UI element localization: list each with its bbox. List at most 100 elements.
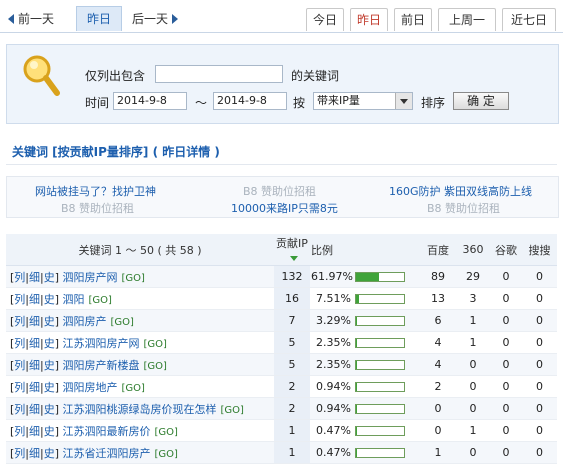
google-count: 0 bbox=[490, 288, 522, 310]
ip-count: 5 bbox=[274, 332, 310, 354]
baidu-count: 2 bbox=[420, 376, 456, 398]
go-button[interactable]: [GO] bbox=[111, 317, 134, 328]
row-action-history[interactable]: 史 bbox=[44, 359, 55, 372]
sort-field-select[interactable]: 带来IP量 bbox=[313, 92, 413, 110]
row-action-detail[interactable]: 细 bbox=[29, 381, 40, 394]
row-action-history[interactable]: 史 bbox=[44, 447, 55, 460]
row-action-history[interactable]: 史 bbox=[44, 425, 55, 438]
table-row: [列|细|史] 泗阳房产网[GO]13261.97%892900 bbox=[6, 266, 557, 288]
ad-placeholder-1[interactable]: B8 赞助位招租 bbox=[243, 183, 316, 199]
keyword-link[interactable]: 江苏省迁泗阳房产 bbox=[63, 447, 151, 460]
ratio-cell: 3.29% bbox=[310, 310, 420, 332]
row-action-detail[interactable]: 细 bbox=[29, 337, 40, 350]
keyword-filter-input[interactable] bbox=[155, 65, 283, 83]
ad-placeholder-3[interactable]: B8 赞助位招租 bbox=[427, 200, 500, 216]
keyword-link[interactable]: 江苏泗阳房产网 bbox=[63, 337, 140, 350]
keyword-link[interactable]: 江苏泗阳桃源绿岛房价现在怎样 bbox=[63, 403, 217, 416]
go-button[interactable]: [GO] bbox=[221, 405, 244, 416]
go-button[interactable]: [GO] bbox=[155, 449, 178, 460]
row-action-list[interactable]: 列 bbox=[14, 293, 25, 306]
ratio-bar-fill bbox=[356, 273, 379, 281]
next-day-link[interactable]: 后一天 bbox=[132, 8, 178, 30]
time-label: 时间 bbox=[85, 94, 109, 111]
ad-link-1[interactable]: 网站被挂马了？找护卫神 bbox=[35, 183, 156, 199]
row-action-list[interactable]: 列 bbox=[14, 359, 25, 372]
ad-link-3[interactable]: 10000来路IP只需8元 bbox=[231, 200, 338, 216]
row-action-list[interactable]: 列 bbox=[14, 447, 25, 460]
row-action-list[interactable]: 列 bbox=[14, 271, 25, 284]
date-to-input[interactable]: 2014-9-8 bbox=[213, 92, 287, 110]
sogou-count: 0 bbox=[522, 376, 557, 398]
ratio-cell: 0.47% bbox=[310, 442, 420, 464]
go-button[interactable]: [GO] bbox=[144, 361, 167, 372]
ip-count: 132 bbox=[274, 266, 310, 288]
row-action-history[interactable]: 史 bbox=[44, 403, 55, 416]
google-count: 0 bbox=[490, 332, 522, 354]
row-action-detail[interactable]: 细 bbox=[29, 425, 40, 438]
row-action-list[interactable]: 列 bbox=[14, 337, 25, 350]
google-count: 0 bbox=[490, 310, 522, 332]
ad-link-2[interactable]: 160G防护 紫田双线高防上线 bbox=[389, 183, 532, 199]
tab-last-monday[interactable]: 上周一 bbox=[438, 8, 496, 31]
row-action-list[interactable]: 列 bbox=[14, 315, 25, 328]
header-sogou: 搜搜 bbox=[522, 234, 557, 266]
keyword-link[interactable]: 江苏泗阳最新房价 bbox=[63, 425, 151, 438]
header-ip[interactable]: 贡献IP bbox=[274, 234, 310, 266]
tab-yesterday[interactable]: 昨日 bbox=[350, 8, 388, 31]
sogou-count: 0 bbox=[522, 442, 557, 464]
keyword-link[interactable]: 泗阳房地产 bbox=[63, 381, 118, 394]
row-action-detail[interactable]: 细 bbox=[29, 359, 40, 372]
row-action-detail[interactable]: 细 bbox=[29, 293, 40, 306]
ad-placeholder-2[interactable]: B8 赞助位招租 bbox=[61, 200, 134, 216]
table-header-row: 关键词 1 ～ 50 ( 共 58 ) 贡献IP 比例 百度 360 谷歌 搜搜 bbox=[6, 234, 557, 266]
baidu-count: 6 bbox=[420, 310, 456, 332]
row-action-history[interactable]: 史 bbox=[44, 381, 55, 394]
row-action-history[interactable]: 史 bbox=[44, 337, 55, 350]
keyword-cell: [列|细|史] 江苏泗阳最新房价[GO] bbox=[6, 420, 274, 442]
ip-count: 5 bbox=[274, 354, 310, 376]
row-action-history[interactable]: 史 bbox=[44, 293, 55, 306]
prev-day-link[interactable]: 前一天 bbox=[8, 8, 54, 30]
date-range-separator: ～ bbox=[195, 94, 207, 111]
ratio-percent: 0.47% bbox=[311, 446, 351, 459]
go-button[interactable]: [GO] bbox=[122, 383, 145, 394]
keyword-link[interactable]: 泗阳房产网 bbox=[63, 271, 118, 284]
keyword-link[interactable]: 泗阳房产 bbox=[63, 315, 107, 328]
row-action-detail[interactable]: 细 bbox=[29, 403, 40, 416]
sogou-count: 0 bbox=[522, 398, 557, 420]
tab-day-before[interactable]: 前日 bbox=[394, 8, 432, 31]
keyword-table: 关键词 1 ～ 50 ( 共 58 ) 贡献IP 比例 百度 360 谷歌 搜搜… bbox=[6, 234, 557, 464]
row-action-list[interactable]: 列 bbox=[14, 403, 25, 416]
row-action-list[interactable]: 列 bbox=[14, 425, 25, 438]
row-action-list[interactable]: 列 bbox=[14, 381, 25, 394]
row-action-history[interactable]: 史 bbox=[44, 315, 55, 328]
date-from-input[interactable]: 2014-9-8 bbox=[113, 92, 187, 110]
ip-count: 2 bbox=[274, 398, 310, 420]
tab-last-seven-days[interactable]: 近七日 bbox=[502, 8, 556, 31]
row-action-detail[interactable]: 细 bbox=[29, 315, 40, 328]
ratio-bar-fill bbox=[356, 317, 357, 325]
tab-today[interactable]: 今日 bbox=[306, 8, 344, 31]
table-row: [列|细|史] 江苏泗阳最新房价[GO]10.47%0100 bbox=[6, 420, 557, 442]
header-360: 360 bbox=[456, 234, 490, 266]
prev-day-label: 前一天 bbox=[18, 12, 54, 26]
arrow-left-icon bbox=[8, 14, 14, 24]
confirm-button[interactable]: 确 定 bbox=[453, 92, 509, 110]
header-baidu: 百度 bbox=[420, 234, 456, 266]
row-action-history[interactable]: 史 bbox=[44, 271, 55, 284]
row-action-detail[interactable]: 细 bbox=[29, 447, 40, 460]
ip-count: 2 bbox=[274, 376, 310, 398]
count-360: 1 bbox=[456, 310, 490, 332]
table-row: [列|细|史] 泗阳[GO]167.51%13300 bbox=[6, 288, 557, 310]
go-button[interactable]: [GO] bbox=[144, 339, 167, 350]
keyword-link[interactable]: 泗阳房产新楼盘 bbox=[63, 359, 140, 372]
next-day-label: 后一天 bbox=[132, 12, 168, 26]
go-button[interactable]: [GO] bbox=[155, 427, 178, 438]
row-action-detail[interactable]: 细 bbox=[29, 271, 40, 284]
go-button[interactable]: [GO] bbox=[89, 295, 112, 306]
baidu-count: 4 bbox=[420, 332, 456, 354]
current-day-tab[interactable]: 昨日 bbox=[76, 6, 122, 31]
ratio-percent: 7.51% bbox=[311, 292, 351, 305]
keyword-link[interactable]: 泗阳 bbox=[63, 293, 85, 306]
go-button[interactable]: [GO] bbox=[122, 273, 145, 284]
